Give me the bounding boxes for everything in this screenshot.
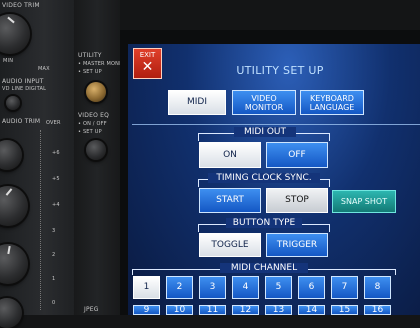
audio-input-selector[interactable] <box>6 96 20 110</box>
midi-out-on-button[interactable]: ON <box>199 142 261 168</box>
min-label: MIN <box>3 58 14 64</box>
set-up-label: • SET UP <box>78 69 102 75</box>
midi-channel-button[interactable]: 15 <box>331 305 358 315</box>
button-type-toggle-button[interactable]: TOGGLE <box>199 233 261 257</box>
divider <box>132 124 420 125</box>
midi-channel-button[interactable]: 11 <box>199 305 226 315</box>
button-type-label: BUTTON TYPE <box>226 218 302 228</box>
bottom-knob[interactable] <box>0 298 22 328</box>
snapshot-button[interactable]: SNAP SHOT <box>332 190 396 213</box>
button-type-trigger-button[interactable]: TRIGGER <box>266 233 328 257</box>
scale-mark: +5 <box>52 176 60 182</box>
scale-mark: +6 <box>52 150 60 156</box>
level-knob[interactable] <box>0 244 28 284</box>
midi-channel-button[interactable]: 8 <box>364 276 391 299</box>
midi-channel-button[interactable]: 14 <box>298 305 325 315</box>
midi-channel-button[interactable]: 5 <box>265 276 292 299</box>
audio-input-options: VD LINE DIGITAL <box>2 86 47 92</box>
midi-channel-button[interactable]: 12 <box>232 305 259 315</box>
midi-channel-button[interactable]: 1 <box>133 276 160 299</box>
video-eq-set-up-label: • SET UP <box>78 129 102 135</box>
midi-channel-label: MIDI CHANNEL <box>220 263 308 273</box>
midi-channel-button[interactable]: 6 <box>298 276 325 299</box>
midi-channel-button[interactable]: 13 <box>265 305 292 315</box>
video-eq-label: VIDEO EQ <box>78 112 110 119</box>
audio-input-label: AUDIO INPUT <box>2 78 44 85</box>
midi-channel-button[interactable]: 10 <box>166 305 193 315</box>
midi-channel-button[interactable]: 7 <box>331 276 358 299</box>
midi-out-off-button[interactable]: OFF <box>266 142 328 168</box>
meter-scale <box>40 130 51 310</box>
tab-midi[interactable]: MIDI <box>168 90 226 115</box>
exit-button[interactable]: EXIT ✕ <box>133 48 162 79</box>
midi-out-label: MIDI OUT <box>234 127 296 137</box>
hardware-panel: VIDEO TRIM MIN MAX AUDIO INPUT VD LINE D… <box>0 0 74 328</box>
timing-clock-start-button[interactable]: START <box>199 188 261 213</box>
midi-channel-button[interactable]: 3 <box>199 276 226 299</box>
utility-label: UTILITY <box>78 52 102 59</box>
over-label: OVER <box>46 120 61 126</box>
close-icon: ✕ <box>141 59 154 75</box>
scale-mark: 1 <box>52 276 56 282</box>
scale-mark: 0 <box>52 300 56 306</box>
midi-channel-button[interactable]: 9 <box>133 305 160 315</box>
audio-trim-label: AUDIO TRIM <box>2 118 41 125</box>
audio-trim-knob-left[interactable] <box>0 140 22 170</box>
max-label: MAX <box>38 66 50 72</box>
timing-clock-label: TIMING CLOCK SYNC. <box>208 173 320 183</box>
timing-clock-stop-button[interactable]: STOP <box>266 188 328 213</box>
scale-mark: 2 <box>52 252 56 258</box>
video-trim-knob[interactable] <box>0 14 30 54</box>
tab-video-monitor[interactable]: VIDEO MONITOR <box>232 90 296 115</box>
page-title: UTILITY SET UP <box>236 64 324 77</box>
scale-mark: 3 <box>52 228 56 234</box>
video-eq-on-off-label: • ON / OFF <box>78 121 107 127</box>
hardware-center-strip: UTILITY • MASTER MONITOR • SET UP VIDEO … <box>74 0 132 315</box>
video-eq-button[interactable] <box>86 140 106 160</box>
audio-trim-knob[interactable] <box>0 186 28 226</box>
utility-button[interactable] <box>86 82 106 102</box>
scale-mark: +4 <box>52 202 60 208</box>
video-trim-label: VIDEO TRIM <box>2 2 40 9</box>
midi-channel-button[interactable]: 4 <box>232 276 259 299</box>
midi-channel-button[interactable]: 16 <box>364 305 391 315</box>
jpeg-label: JPEG <box>84 306 99 313</box>
tab-keyboard-language[interactable]: KEYBOARD LANGUAGE <box>300 90 364 115</box>
midi-channel-button[interactable]: 2 <box>166 276 193 299</box>
